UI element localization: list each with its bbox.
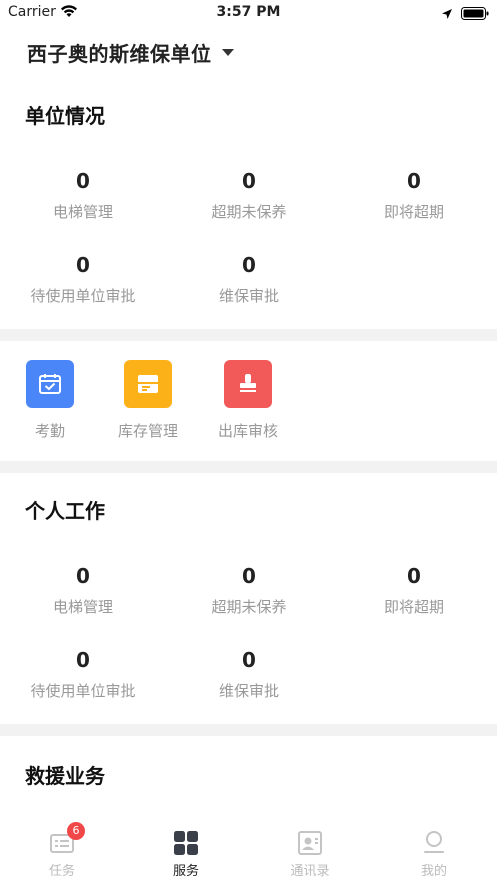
stat-value: 0	[76, 564, 90, 588]
stat-label: 维保审批	[218, 682, 279, 700]
tab-label: 我的	[420, 864, 447, 879]
stamp-icon	[224, 360, 272, 408]
rescue-section-title: 救援业务	[25, 764, 105, 788]
personal-stat-overdue[interactable]: 0 超期未保养	[166, 563, 332, 617]
tab-bar: 6 任务 服务 通讯录 我的	[0, 818, 497, 883]
stat-value: 0	[76, 253, 90, 277]
tab-label: 服务	[172, 864, 199, 879]
tab-label: 任务	[48, 864, 75, 879]
status-bar: Carrier 3:57 PM	[0, 0, 497, 28]
personal-stat-maintenance-approval[interactable]: 0 维保审批	[166, 647, 332, 701]
location-arrow-icon	[441, 6, 453, 24]
task-count-badge: 6	[67, 822, 85, 840]
stat-value: 0	[242, 648, 256, 672]
stat-label: 电梯管理	[52, 203, 113, 221]
section-divider	[0, 724, 497, 736]
stat-value: 0	[407, 564, 421, 588]
box-icon	[124, 360, 172, 408]
personal-section-title: 个人工作	[25, 499, 105, 523]
grid-icon	[173, 830, 199, 856]
contacts-icon	[297, 830, 323, 856]
personal-stat-pending-approval[interactable]: 0 待使用单位审批	[0, 647, 166, 701]
personal-stat-due-soon[interactable]: 0 即将超期	[331, 563, 497, 617]
service-label: 考勤	[34, 422, 65, 440]
stat-value: 0	[242, 564, 256, 588]
tab-services[interactable]: 服务	[124, 818, 248, 883]
stat-value: 0	[76, 169, 90, 193]
tab-label: 通讯录	[290, 864, 330, 879]
stat-label: 维保审批	[218, 287, 279, 305]
stat-label: 超期未保养	[211, 598, 287, 616]
unit-stat-pending-approval[interactable]: 0 待使用单位审批	[0, 252, 166, 306]
stat-label: 超期未保养	[211, 203, 287, 221]
battery-icon	[461, 6, 489, 24]
task-list-icon: 6	[49, 822, 85, 856]
clock: 3:57 PM	[216, 4, 281, 20]
unit-section-title: 单位情况	[25, 104, 105, 128]
personal-stat-elevator[interactable]: 0 电梯管理	[0, 563, 166, 617]
caret-down-icon	[221, 48, 234, 56]
stat-value: 0	[76, 648, 90, 672]
service-attendance[interactable]: 考勤	[0, 360, 100, 441]
profile-icon	[421, 830, 447, 856]
unit-stat-due-soon[interactable]: 0 即将超期	[331, 168, 497, 222]
unit-name: 西子奥的斯维保单位	[27, 41, 212, 66]
stat-value: 0	[242, 253, 256, 277]
stat-label: 即将超期	[383, 598, 444, 616]
stat-value: 0	[242, 169, 256, 193]
tab-tasks[interactable]: 6 任务	[0, 818, 124, 883]
unit-stat-maintenance-approval[interactable]: 0 维保审批	[166, 252, 332, 306]
service-outbound-review[interactable]: 出库审核	[198, 360, 298, 441]
unit-stat-overdue[interactable]: 0 超期未保养	[166, 168, 332, 222]
calendar-check-icon	[26, 360, 74, 408]
stat-label: 即将超期	[383, 203, 444, 221]
service-inventory[interactable]: 库存管理	[98, 360, 198, 441]
unit-selector[interactable]: 西子奥的斯维保单位	[27, 36, 234, 68]
service-label: 出库审核	[217, 422, 278, 440]
stat-label: 电梯管理	[52, 598, 113, 616]
stat-label: 待使用单位审批	[30, 682, 136, 700]
section-divider	[0, 329, 497, 341]
tab-me[interactable]: 我的	[372, 818, 496, 883]
tab-contacts[interactable]: 通讯录	[248, 818, 372, 883]
service-label: 库存管理	[117, 422, 178, 440]
section-divider	[0, 461, 497, 473]
stat-value: 0	[407, 169, 421, 193]
unit-stat-elevator[interactable]: 0 电梯管理	[0, 168, 166, 222]
stat-label: 待使用单位审批	[30, 287, 136, 305]
